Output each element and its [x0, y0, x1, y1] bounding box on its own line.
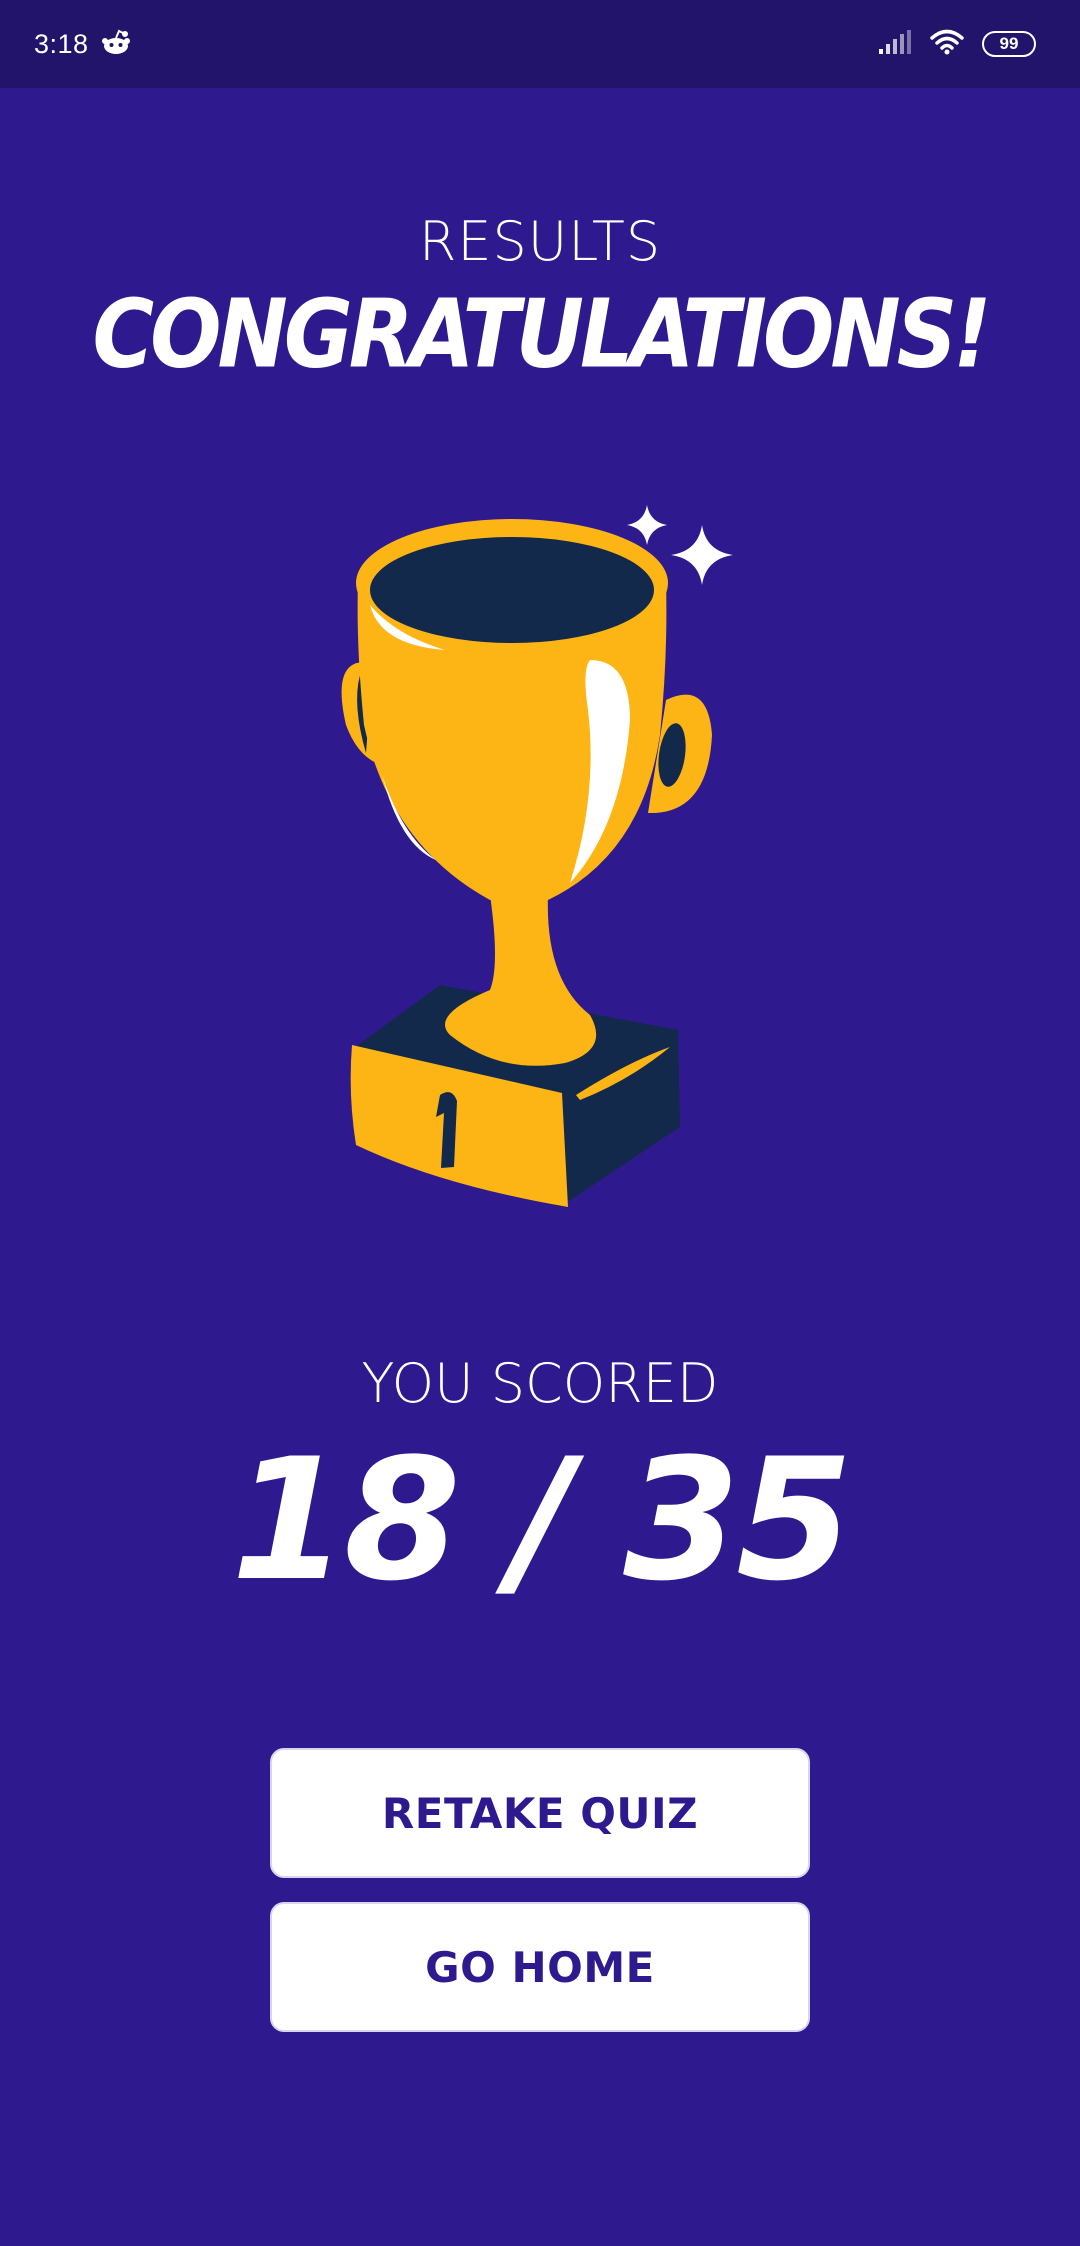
- status-time: 3:18: [34, 28, 89, 59]
- trophy-illustration: [341, 505, 733, 1207]
- go-home-button[interactable]: GO HOME: [270, 1902, 810, 2032]
- signal-icon: [878, 29, 912, 59]
- status-bar: 3:18 99: [0, 0, 1080, 88]
- results-label: RESULTS: [418, 210, 662, 273]
- reddit-icon: [101, 28, 131, 60]
- status-right: 99: [878, 28, 1036, 60]
- battery-icon: 99: [982, 31, 1036, 57]
- trophy-stem: [445, 895, 597, 1066]
- status-left: 3:18: [34, 28, 131, 60]
- you-scored-label: YOU SCORED: [361, 1352, 719, 1415]
- retake-quiz-button[interactable]: RETAKE QUIZ: [270, 1748, 810, 1878]
- congratulations-heading: CONGRATULATIONS!: [92, 279, 991, 389]
- wifi-icon: [930, 28, 964, 60]
- score-value: 18 / 35: [231, 1422, 853, 1618]
